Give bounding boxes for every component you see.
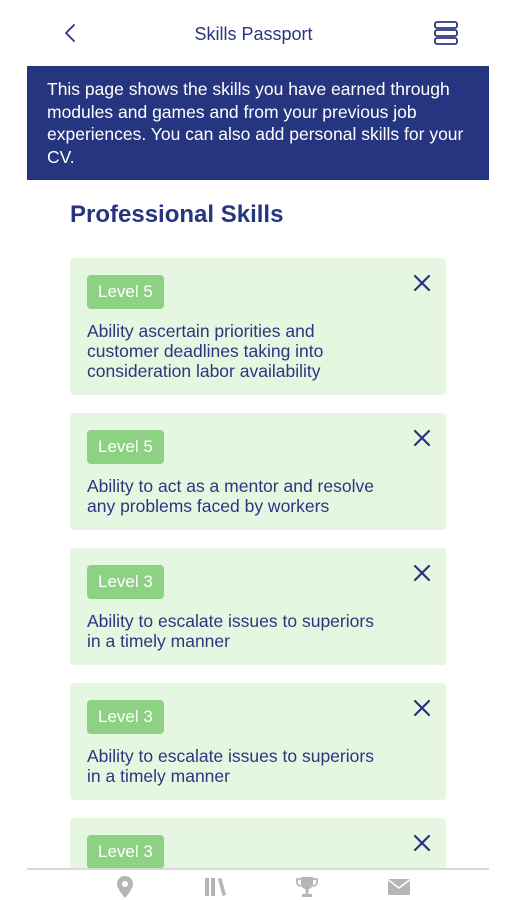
skill-text: Ability to escalate issues to superiors …: [87, 746, 374, 786]
info-banner-text: This page shows the skills you have earn…: [47, 79, 464, 167]
skill-text: Ability to escalate issues to superiors …: [87, 611, 374, 651]
menu-icon: [434, 21, 458, 45]
bottom-nav: [27, 868, 489, 900]
skill-text: Ability ascertain priorities and custome…: [87, 321, 324, 381]
level-badge: Level 5: [87, 275, 164, 309]
remove-skill-button[interactable]: [410, 426, 434, 450]
close-icon: [413, 564, 431, 582]
remove-skill-button[interactable]: [410, 831, 434, 855]
trophy-icon: [296, 877, 318, 897]
close-icon: [413, 699, 431, 717]
close-icon: [413, 274, 431, 292]
nav-messages-button[interactable]: [385, 874, 413, 900]
remove-skill-button[interactable]: [410, 271, 434, 295]
nav-achievements-button[interactable]: [293, 874, 321, 900]
skill-card: Level 3 Ability to escalate issues to su…: [70, 548, 446, 665]
close-icon: [413, 834, 431, 852]
level-badge: Level 3: [87, 835, 164, 868]
section-title: Professional Skills: [70, 201, 284, 228]
skill-card: Level 3 Ability to escalate issues to su…: [70, 683, 446, 800]
skill-card: Level 5 Ability to act as a mentor and r…: [70, 413, 446, 530]
remove-skill-button[interactable]: [410, 696, 434, 720]
app-header: Skills Passport: [0, 0, 507, 66]
skill-card: Level 5 Ability ascertain priorities and…: [70, 258, 446, 395]
library-icon: [205, 878, 226, 896]
skills-list[interactable]: Level 5 Ability ascertain priorities and…: [70, 258, 446, 868]
skill-card: Level 3: [70, 818, 446, 868]
close-icon: [413, 429, 431, 447]
map-pin-icon: [117, 876, 133, 898]
info-banner: This page shows the skills you have earn…: [27, 66, 489, 180]
page-title: Skills Passport: [194, 24, 313, 44]
nav-map-button[interactable]: [111, 874, 139, 900]
nav-library-button[interactable]: [201, 874, 229, 900]
level-badge: Level 5: [87, 430, 164, 464]
skill-text: Ability to act as a mentor and resolve a…: [87, 476, 374, 516]
level-badge: Level 3: [87, 565, 164, 599]
mail-icon: [388, 879, 410, 895]
level-badge: Level 3: [87, 700, 164, 734]
menu-button[interactable]: [432, 20, 460, 46]
remove-skill-button[interactable]: [410, 561, 434, 585]
